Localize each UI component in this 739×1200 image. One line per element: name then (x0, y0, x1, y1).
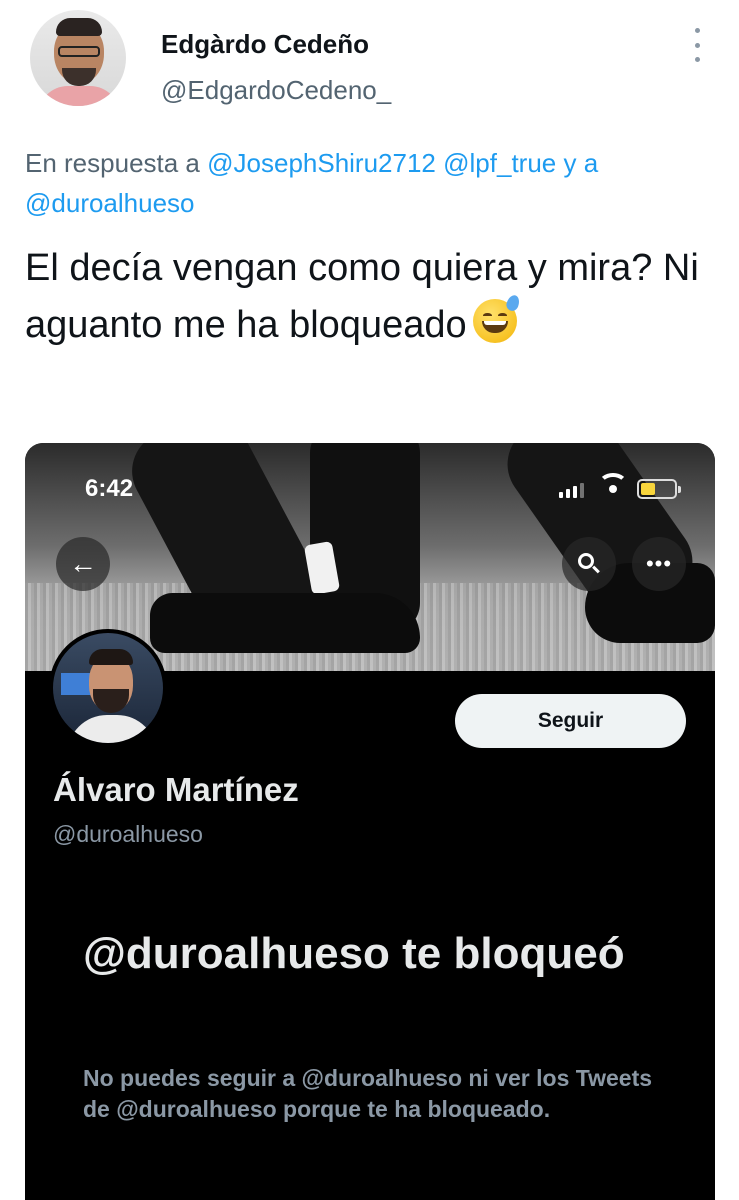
attached-image[interactable]: 6:42 ← ••• Seguir Álvaro Martínez @duroa… (25, 443, 715, 1200)
blocked-description: No puedes seguir a @duroalhueso ni ver l… (83, 1065, 653, 1122)
author-avatar[interactable] (30, 10, 126, 106)
mention-duroalhueso[interactable]: @duroalhueso (25, 188, 195, 218)
battery-icon (637, 479, 681, 499)
wifi-icon (598, 473, 628, 497)
reply-prefix: En respuesta a (25, 148, 208, 178)
profile-display-name: Álvaro Martínez (53, 771, 299, 808)
tweet-text: El decía vengan como quiera y mira? Ni a… (25, 240, 715, 354)
author-handle[interactable]: @EdgardoCedeno_ (161, 75, 391, 106)
tweet: Edgàrdo Cedeño @EdgardoCedeno_ En respue… (0, 0, 739, 1200)
mention-joseph[interactable]: @JosephShiru2712 (207, 148, 436, 178)
mention-lpf[interactable]: @lpf_true (443, 148, 556, 178)
author-name[interactable]: Edgàrdo Cedeño (161, 29, 369, 60)
tweet-body: El decía vengan como quiera y mira? Ni a… (25, 247, 699, 346)
more-menu-icon[interactable]: ••• (632, 537, 686, 591)
search-icon[interactable] (562, 537, 616, 591)
more-options-icon[interactable] (688, 28, 706, 62)
status-bar-time: 6:42 (85, 475, 134, 502)
follow-button[interactable]: Seguir (455, 694, 686, 748)
profile-avatar[interactable] (49, 629, 167, 747)
cellular-signal-icon (559, 483, 584, 498)
back-arrow-icon[interactable]: ← (56, 537, 110, 591)
reply-context: En respuesta a @JosephShiru2712 @lpf_tru… (25, 143, 715, 223)
reply-connector: y a (556, 148, 599, 178)
blocked-title: @duroalhueso te bloqueó (83, 929, 625, 978)
profile-handle: @duroalhueso (53, 821, 203, 847)
grinning-face-with-sweat-icon (472, 293, 521, 343)
